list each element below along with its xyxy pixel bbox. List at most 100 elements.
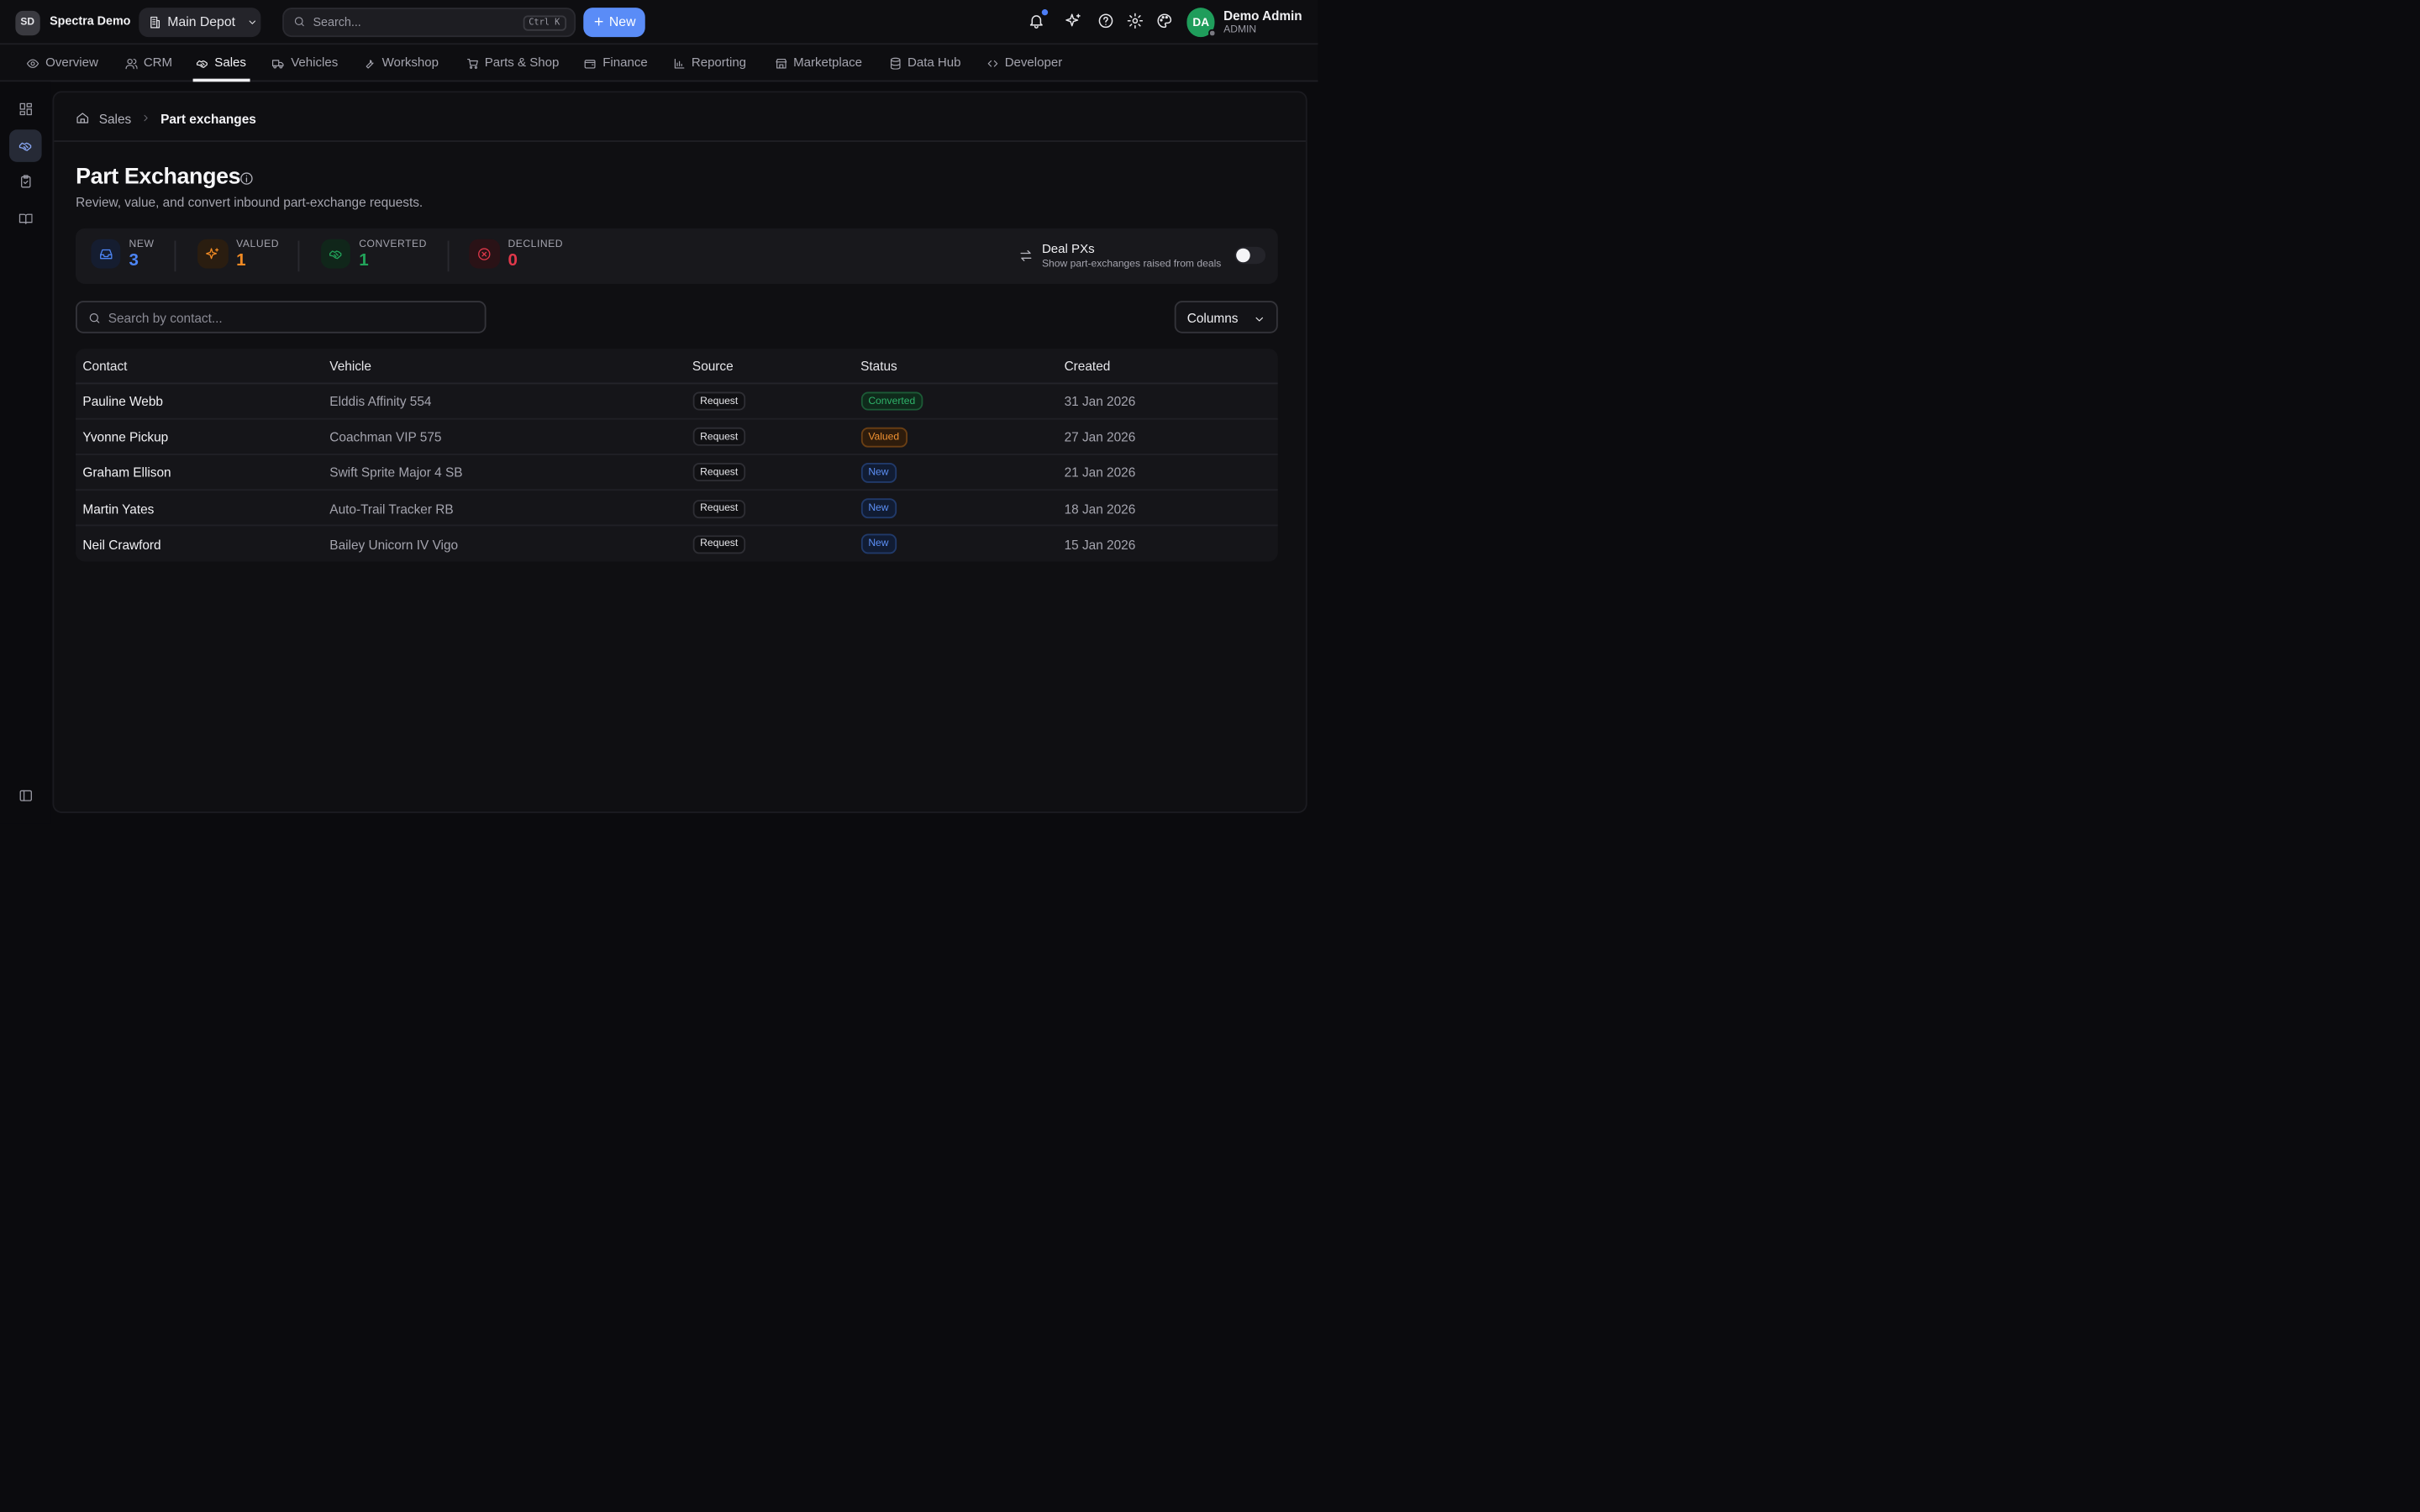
status-badge: Converted <box>860 391 923 412</box>
table-row[interactable]: Yvonne Pickup Coachman VIP 575 Request Valu… <box>76 419 1278 455</box>
search-icon <box>293 16 306 29</box>
top-bar: SD Spectra Demo Main Depot Ctrl K New <box>0 0 1318 45</box>
info-icon[interactable] <box>239 171 254 186</box>
depot-label: Main Depot <box>167 13 236 30</box>
presence-indicator <box>1208 29 1216 37</box>
eye-icon <box>26 56 39 70</box>
column-header-status[interactable]: Status <box>860 359 897 374</box>
stat-valued-label: VALUED <box>236 239 280 250</box>
tab-workshop[interactable]: Workshop <box>363 45 439 81</box>
tab-crm[interactable]: CRM <box>124 45 172 81</box>
cell-vehicle: Swift Sprite Major 4 SB <box>329 465 463 481</box>
cell-vehicle: Coachman VIP 575 <box>329 429 442 445</box>
x-circle-icon <box>469 239 500 270</box>
ai-assistant-button[interactable] <box>1064 13 1082 31</box>
cell-contact: Martin Yates <box>82 501 155 517</box>
column-header-source[interactable]: Source <box>692 359 734 374</box>
tab-label: CRM <box>143 55 173 71</box>
cell-created: 15 Jan 2026 <box>1064 536 1136 552</box>
divider <box>446 240 449 271</box>
stat-valued-value: 1 <box>236 251 246 270</box>
clipboard-check-icon <box>18 175 33 189</box>
columns-label: Columns <box>1186 309 1239 326</box>
source-badge: Request <box>692 392 746 412</box>
stat-declined-label: DECLINED <box>508 239 564 250</box>
sidebar-toggle[interactable] <box>18 788 33 803</box>
table-row[interactable]: Pauline Webb Elddis Affinity 554 Request Co… <box>76 384 1278 420</box>
tab-reporting[interactable]: Reporting <box>672 45 746 81</box>
swap-icon <box>1018 249 1032 263</box>
breadcrumb-sales[interactable]: Sales <box>99 111 131 126</box>
help-circle-icon <box>1097 13 1116 29</box>
contact-search[interactable] <box>76 301 486 334</box>
global-search[interactable]: Ctrl K <box>282 8 576 37</box>
rail-sales[interactable] <box>9 129 42 162</box>
sparkles-icon <box>197 239 229 270</box>
wrench-icon <box>363 56 376 70</box>
page-subtitle: Review, value, and convert inbound part-… <box>76 194 424 211</box>
tab-sales[interactable]: Sales <box>195 45 246 81</box>
book-open-icon <box>18 211 33 225</box>
tab-label: Data Hub <box>907 55 961 71</box>
table-row[interactable]: Graham Ellison Swift Sprite Major 4 SB Req… <box>76 455 1278 491</box>
tab-marketplace[interactable]: Marketplace <box>774 45 862 81</box>
cell-contact: Graham Ellison <box>82 465 171 481</box>
rail-dashboard[interactable] <box>9 93 42 126</box>
rail-tasks[interactable] <box>9 165 42 198</box>
settings-button[interactable] <box>1127 13 1145 31</box>
brand-logo[interactable]: SD <box>14 9 40 35</box>
tab-vehicles[interactable]: Vehicles <box>271 45 338 81</box>
column-header-contact[interactable]: Contact <box>82 359 127 374</box>
cell-created: 21 Jan 2026 <box>1064 465 1136 481</box>
column-header-vehicle[interactable]: Vehicle <box>329 359 371 374</box>
notification-dot <box>1040 8 1049 16</box>
new-button[interactable]: New <box>582 8 645 37</box>
theme-button[interactable] <box>1156 13 1175 31</box>
inbox-icon <box>90 239 121 270</box>
chevron-down-icon <box>248 17 259 28</box>
brand-name[interactable]: Spectra Demo <box>50 14 130 29</box>
table-row[interactable]: Neil Crawford Bailey Unicorn IV Vigo Reque… <box>76 527 1278 562</box>
contact-search-input[interactable] <box>108 309 464 326</box>
divider <box>174 240 176 271</box>
cell-created: 27 Jan 2026 <box>1064 429 1136 445</box>
toggle-knob <box>1236 248 1250 262</box>
store-icon <box>774 56 787 70</box>
cell-created: 31 Jan 2026 <box>1064 393 1136 410</box>
status-badge: New <box>860 463 897 483</box>
source-badge: Request <box>692 534 746 554</box>
source-badge: Request <box>692 499 746 518</box>
handshake-icon <box>320 239 351 270</box>
stat-new-label: NEW <box>129 239 155 250</box>
depot-selector[interactable]: Main Depot <box>138 8 261 37</box>
home-icon[interactable] <box>76 112 90 126</box>
cell-created: 18 Jan 2026 <box>1064 501 1136 517</box>
columns-button[interactable]: Columns <box>1175 301 1278 334</box>
tab-developer[interactable]: Developer <box>986 45 1062 81</box>
tab-overview[interactable]: Overview <box>26 45 98 81</box>
table-row[interactable]: Martin Yates Auto-Trail Tracker RB Request… <box>76 491 1278 527</box>
rail-docs[interactable] <box>9 202 42 234</box>
global-search-input[interactable] <box>313 14 514 29</box>
stats-bar: NEW 3 VALUED 1 CONVERTED 1 DECLINED 0 De… <box>76 228 1278 284</box>
tab-label: Workshop <box>381 55 439 71</box>
stat-new-value: 3 <box>129 251 139 270</box>
tab-parts-shop[interactable]: Parts & Shop <box>466 45 559 81</box>
tab-label: Vehicles <box>291 55 339 71</box>
help-button[interactable] <box>1097 13 1116 31</box>
status-badge: New <box>860 498 897 518</box>
search-shortcut: Ctrl K <box>522 14 566 30</box>
tab-finance[interactable]: Finance <box>583 45 648 81</box>
user-name[interactable]: Demo Admin <box>1223 8 1302 24</box>
cell-vehicle: Bailey Unicorn IV Vigo <box>329 536 459 552</box>
deal-pxs-toggle[interactable] <box>1234 246 1265 264</box>
gear-icon <box>1127 13 1145 29</box>
column-header-created[interactable]: Created <box>1065 359 1111 374</box>
tab-data-hub[interactable]: Data Hub <box>888 45 961 81</box>
part-exchanges-table: Contact Vehicle Source Status Created Pa… <box>76 348 1278 563</box>
stat-declined-value: 0 <box>508 251 518 270</box>
palette-icon <box>1156 13 1175 29</box>
divider <box>53 140 1307 143</box>
tab-label: Overview <box>45 55 98 71</box>
cart-icon <box>466 56 479 70</box>
